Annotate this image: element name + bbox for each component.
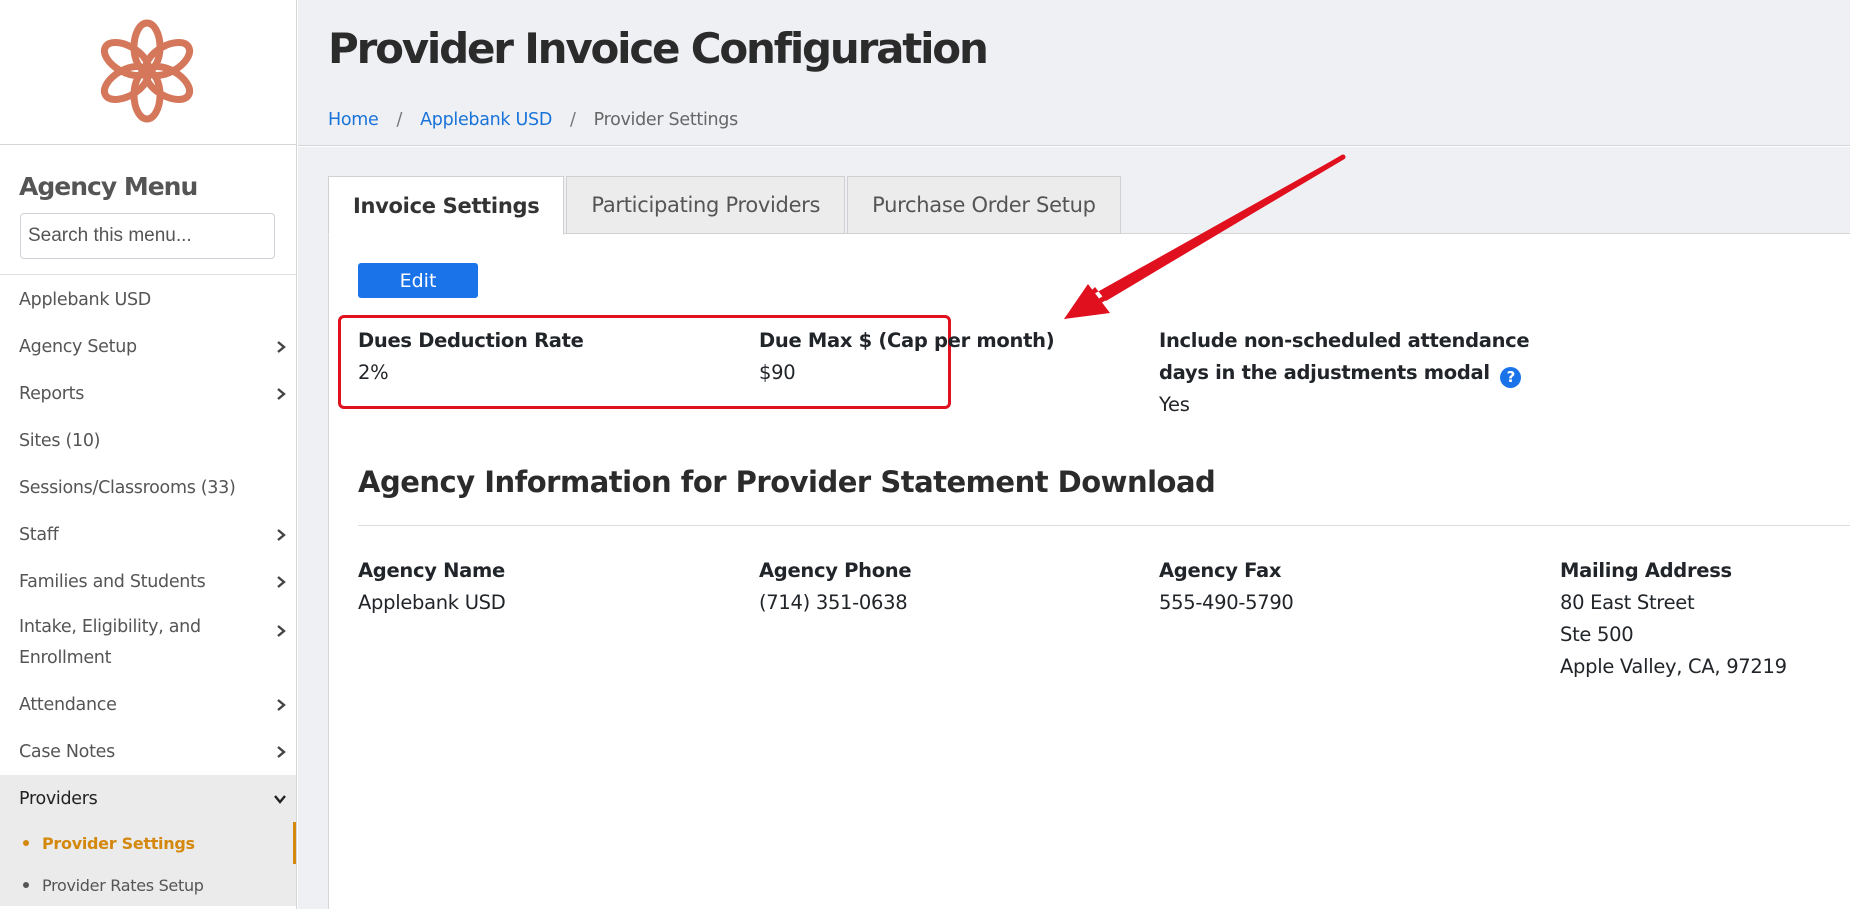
due-max-value: $90 bbox=[759, 361, 796, 384]
sidebar-subitem-provider-settings[interactable]: Provider Settings bbox=[0, 822, 296, 864]
breadcrumb: Home / Applebank USD / Provider Settings bbox=[328, 110, 738, 130]
breadcrumb-separator: / bbox=[570, 110, 576, 130]
non-scheduled-attendance-field: Include non-scheduled attendance days in… bbox=[1159, 325, 1530, 421]
dues-deduction-rate-value: 2% bbox=[358, 361, 389, 384]
agency-fax-field: Agency Fax 555-490-5790 bbox=[1159, 555, 1294, 619]
sidebar-item-label: Reports bbox=[19, 383, 85, 404]
tab-invoice-settings[interactable]: Invoice Settings bbox=[328, 176, 565, 235]
mailing-address-line2: Ste 500 bbox=[1560, 623, 1634, 646]
agency-phone-value: (714) 351-0638 bbox=[759, 591, 908, 614]
chevron-right-icon bbox=[277, 698, 286, 711]
sidebar-item-label: Providers bbox=[19, 788, 98, 809]
dues-deduction-rate-label: Dues Deduction Rate bbox=[358, 329, 584, 352]
sidebar-item-intake[interactable]: Intake, Eligibility, and Enrollment bbox=[0, 605, 296, 681]
non-scheduled-label-line1: Include non-scheduled attendance bbox=[1159, 329, 1530, 352]
logo-area bbox=[0, 0, 296, 145]
breadcrumb-home-link[interactable]: Home bbox=[328, 110, 379, 130]
chevron-right-icon bbox=[277, 745, 286, 758]
agency-name-label: Agency Name bbox=[358, 559, 505, 582]
sidebar-item-reports[interactable]: Reports bbox=[0, 370, 296, 417]
main-content: Invoice Settings Participating Providers… bbox=[298, 147, 1850, 909]
dues-deduction-rate-field: Dues Deduction Rate 2% bbox=[358, 325, 584, 389]
non-scheduled-label-line2-wrap: days in the adjustments modal ? bbox=[1159, 357, 1529, 389]
mailing-address-line1: 80 East Street bbox=[1560, 591, 1695, 614]
agency-name-field: Agency Name Applebank USD bbox=[358, 555, 506, 619]
chevron-right-icon bbox=[277, 340, 286, 353]
sidebar-item-staff[interactable]: Staff bbox=[0, 511, 296, 558]
chevron-right-icon bbox=[277, 528, 286, 541]
sidebar-item-label: Families and Students bbox=[19, 571, 206, 592]
tab-purchase-order-setup[interactable]: Purchase Order Setup bbox=[847, 176, 1121, 234]
due-max-field: Due Max $ (Cap per month) $90 bbox=[759, 325, 1055, 389]
sidebar-item-families[interactable]: Families and Students bbox=[0, 558, 296, 605]
sidebar-item-label: Applebank USD bbox=[19, 289, 151, 310]
sidebar-item-label: Staff bbox=[19, 524, 59, 545]
chevron-right-icon bbox=[277, 387, 286, 400]
sidebar-item-agency-setup[interactable]: Agency Setup bbox=[0, 323, 296, 370]
sidebar: Agency Menu Applebank USD Agency Setup R… bbox=[0, 0, 297, 909]
agency-fax-value: 555-490-5790 bbox=[1159, 591, 1294, 614]
page-title: Provider Invoice Configuration bbox=[328, 24, 989, 73]
sidebar-item-case-notes[interactable]: Case Notes bbox=[0, 728, 296, 775]
mailing-address-label: Mailing Address bbox=[1560, 559, 1732, 582]
sidebar-subitem-provider-rates[interactable]: Provider Rates Setup bbox=[0, 864, 296, 906]
sidebar-item-sessions[interactable]: Sessions/Classrooms (33) bbox=[0, 464, 296, 511]
agency-fax-label: Agency Fax bbox=[1159, 559, 1282, 582]
sidebar-item-attendance[interactable]: Attendance bbox=[0, 681, 296, 728]
question-circle-icon[interactable]: ? bbox=[1500, 366, 1522, 388]
chevron-right-icon bbox=[277, 575, 286, 588]
chevron-down-icon bbox=[274, 794, 286, 804]
non-scheduled-label-line2: days in the adjustments modal bbox=[1159, 361, 1490, 384]
sidebar-item-label: Sessions/Classrooms (33) bbox=[19, 477, 236, 498]
menu-divider bbox=[0, 274, 296, 275]
tab-bar: Invoice Settings Participating Providers… bbox=[328, 176, 1123, 235]
breadcrumb-agency-link[interactable]: Applebank USD bbox=[420, 110, 552, 130]
menu-title: Agency Menu bbox=[19, 172, 198, 201]
sidebar-item-applebank[interactable]: Applebank USD bbox=[0, 276, 296, 323]
flower-logo-icon[interactable] bbox=[97, 17, 197, 125]
tab-participating-providers[interactable]: Participating Providers bbox=[566, 176, 846, 234]
agency-name-value: Applebank USD bbox=[358, 591, 506, 614]
sidebar-item-label: Agency Setup bbox=[19, 336, 137, 357]
due-max-label: Due Max $ (Cap per month) bbox=[759, 329, 1055, 352]
mailing-address-line3: Apple Valley, CA, 97219 bbox=[1560, 655, 1787, 678]
providers-submenu: Provider Settings Provider Rates Setup bbox=[0, 822, 296, 906]
sidebar-menu: Applebank USD Agency Setup Reports Sites… bbox=[0, 276, 296, 906]
section-divider bbox=[358, 525, 1850, 526]
sidebar-item-sites[interactable]: Sites (10) bbox=[0, 417, 296, 464]
sidebar-item-label: Case Notes bbox=[19, 741, 115, 762]
menu-search-input[interactable] bbox=[20, 213, 275, 259]
page-header: Provider Invoice Configuration Home / Ap… bbox=[298, 0, 1850, 146]
chevron-right-icon bbox=[277, 624, 286, 637]
mailing-address-field: Mailing Address 80 East Street Ste 500 A… bbox=[1560, 555, 1787, 683]
sidebar-item-label: Sites (10) bbox=[19, 430, 101, 451]
non-scheduled-value: Yes bbox=[1159, 393, 1190, 416]
agency-info-section-title: Agency Information for Provider Statemen… bbox=[358, 465, 1216, 499]
edit-button[interactable]: Edit bbox=[358, 263, 478, 298]
agency-phone-label: Agency Phone bbox=[759, 559, 912, 582]
sidebar-item-label: Intake, Eligibility, and Enrollment bbox=[19, 617, 201, 668]
agency-phone-field: Agency Phone (714) 351-0638 bbox=[759, 555, 912, 619]
breadcrumb-current: Provider Settings bbox=[593, 110, 739, 130]
sidebar-item-providers[interactable]: Providers bbox=[0, 775, 296, 822]
sidebar-item-label: Attendance bbox=[19, 694, 117, 715]
breadcrumb-separator: / bbox=[396, 110, 403, 130]
